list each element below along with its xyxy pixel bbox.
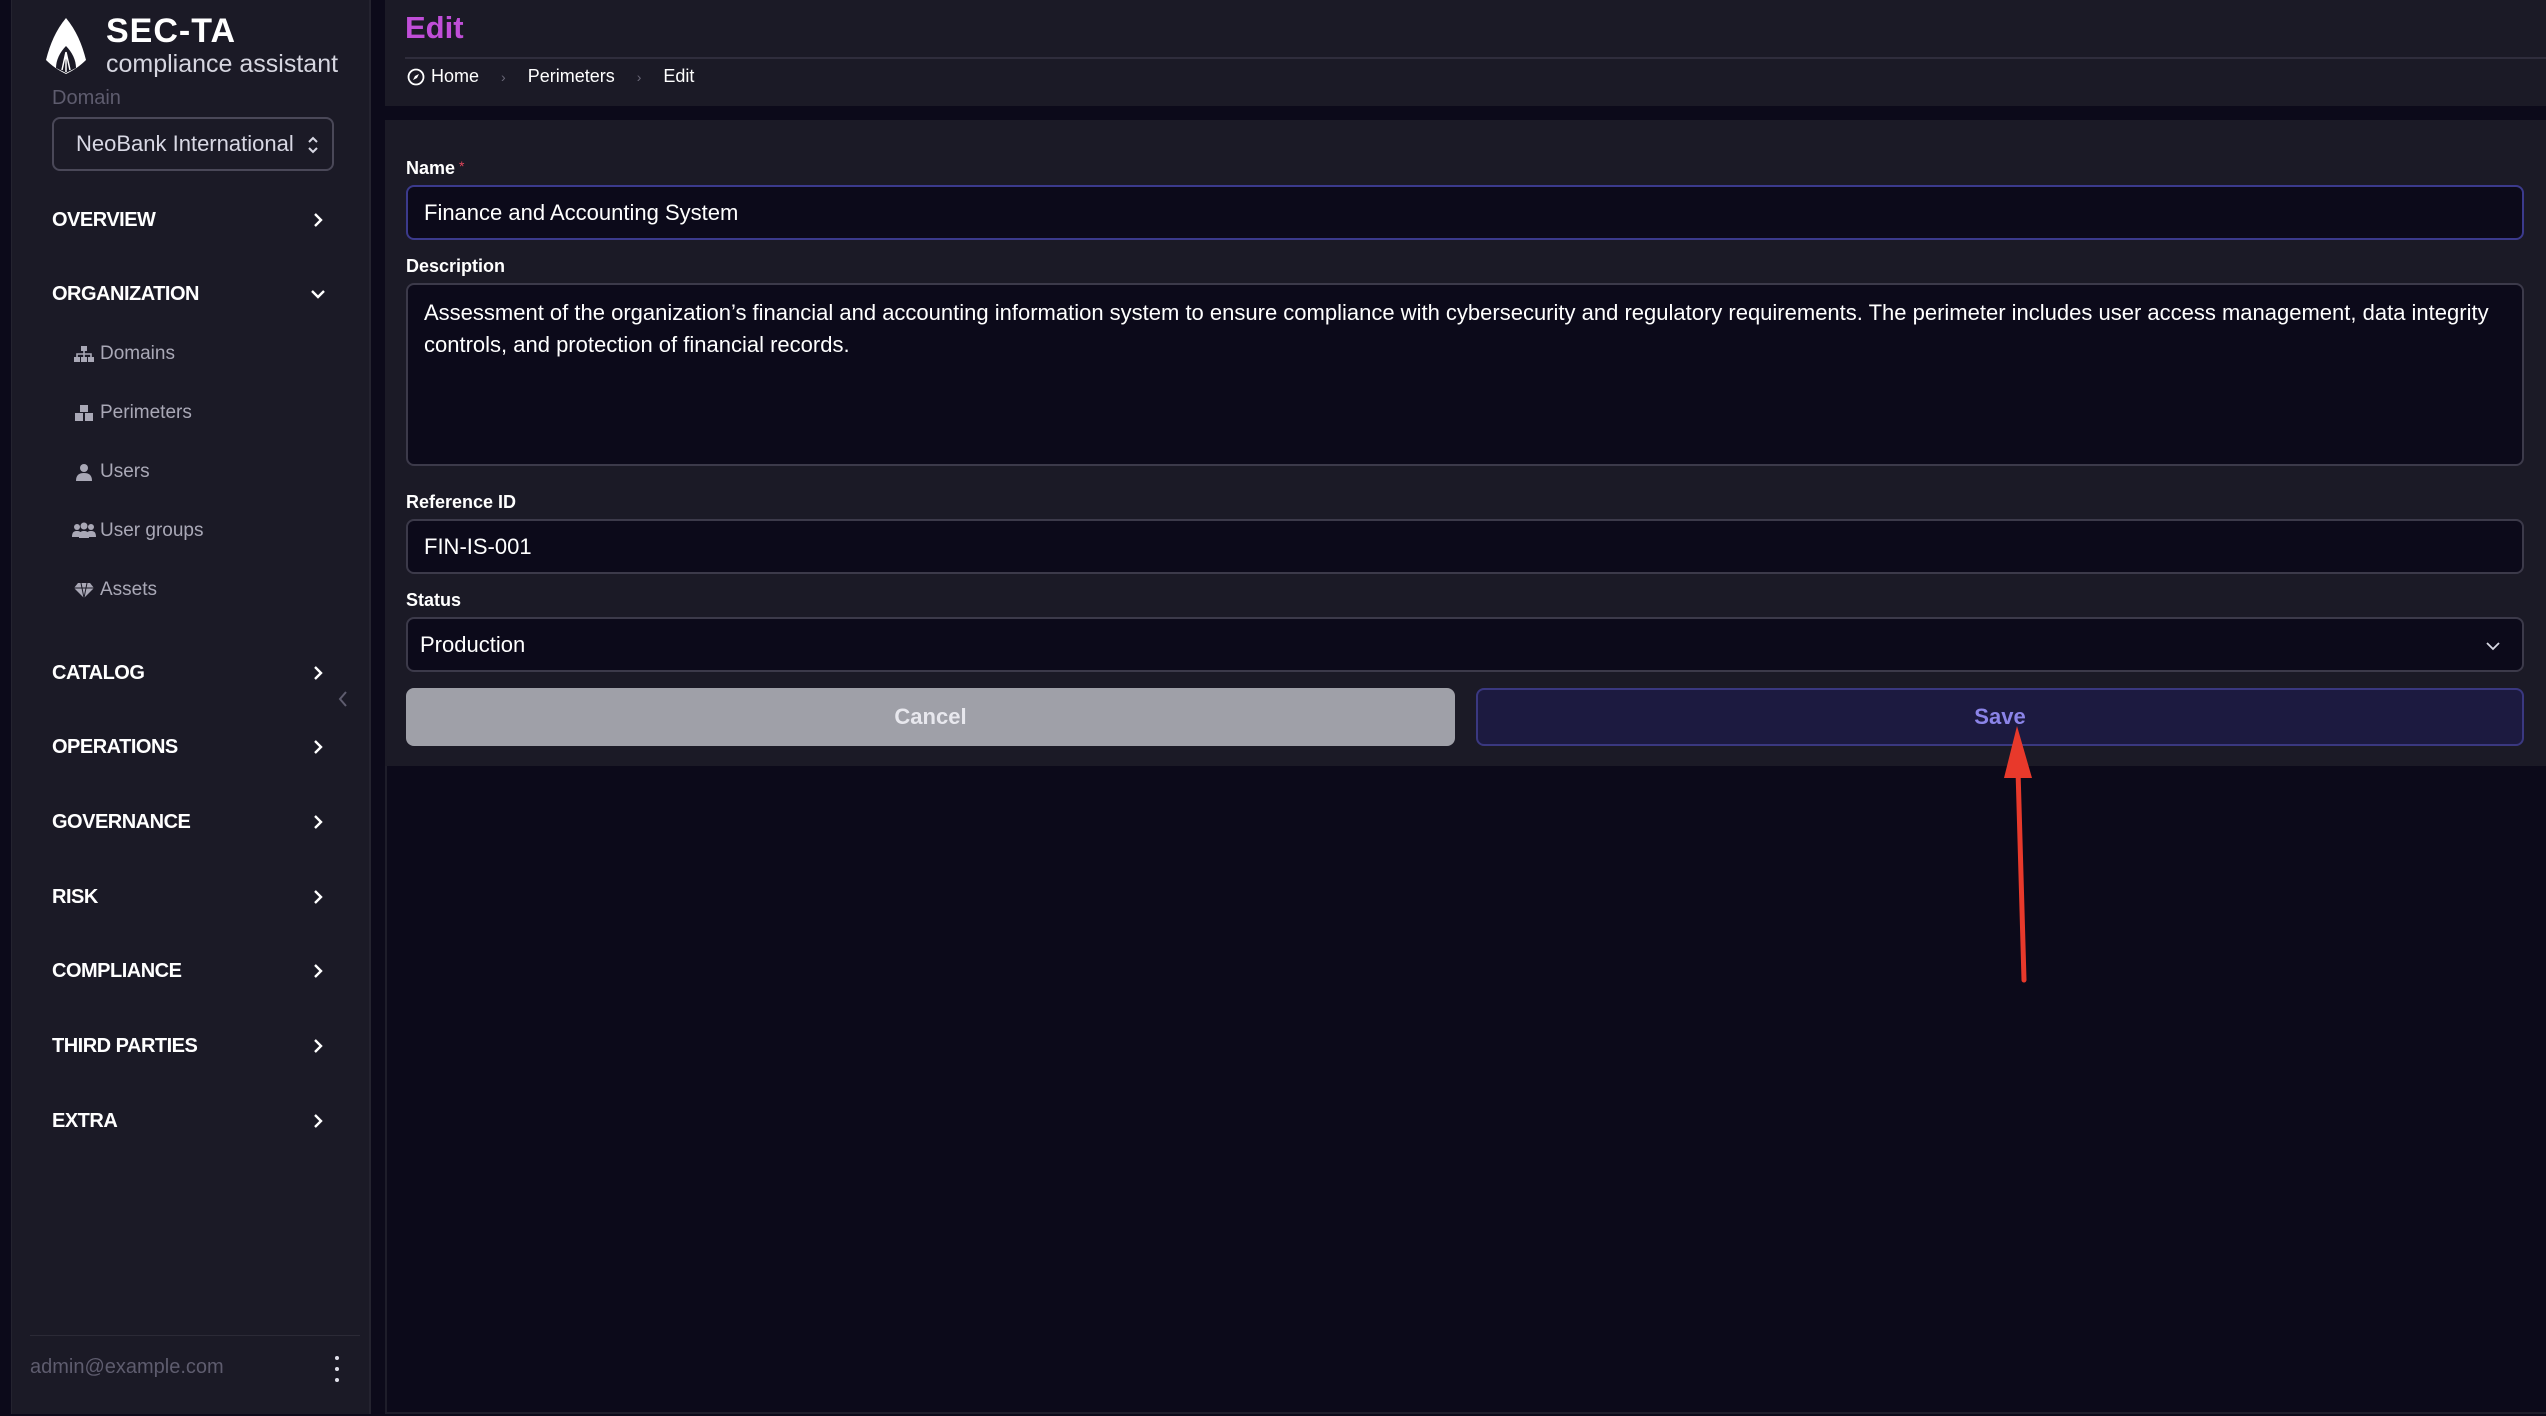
- nav-overview[interactable]: OVERVIEW: [52, 200, 327, 240]
- logo-icon: [46, 18, 86, 74]
- status-label: Status: [406, 590, 462, 610]
- nav-compliance-label: COMPLIANCE: [52, 959, 182, 982]
- sidebar-item-user-groups[interactable]: User groups: [72, 514, 204, 548]
- sidebar-item-label: Domains: [100, 343, 175, 364]
- page-title: Edit: [405, 10, 464, 45]
- chevron-right-icon: [314, 213, 323, 227]
- nav-third-parties[interactable]: THIRD PARTIES: [52, 1026, 327, 1066]
- header-divider: [405, 57, 2546, 59]
- status-select[interactable]: Production: [406, 617, 2524, 672]
- users-icon: [72, 521, 96, 541]
- sidebar-divider: [30, 1335, 360, 1336]
- nav-operations[interactable]: OPERATIONS: [52, 727, 327, 767]
- chevron-right-icon: [314, 964, 323, 978]
- chevron-down-icon: [311, 290, 325, 299]
- name-input[interactable]: [406, 185, 2524, 240]
- required-mark: *: [459, 158, 465, 174]
- nav-extra-label: EXTRA: [52, 1109, 118, 1132]
- brand-subtitle: compliance assistant: [106, 50, 339, 78]
- save-button[interactable]: Save: [1476, 688, 2524, 746]
- edit-form: Name* Description Assessment of the orga…: [385, 120, 2546, 766]
- sidebar-item-assets[interactable]: Assets: [72, 573, 157, 607]
- sidebar-item-label: Users: [100, 461, 150, 482]
- name-label-text: Name: [406, 158, 456, 178]
- sitemap-icon: [72, 344, 96, 364]
- chevron-right-icon: [314, 1039, 323, 1053]
- nav-catalog[interactable]: CATALOG: [52, 653, 327, 693]
- description-label: Description: [406, 256, 506, 276]
- chevron-right-icon: [314, 740, 323, 754]
- nav-risk-label: RISK: [52, 885, 98, 908]
- user-icon: [72, 462, 96, 482]
- chevron-right-icon: [314, 815, 323, 829]
- breadcrumb-separator: ›: [636, 68, 642, 85]
- page-header: Edit Home › Perimeters › Edit: [385, 0, 2546, 106]
- nav-organization[interactable]: ORGANIZATION: [52, 274, 327, 314]
- nav-compliance[interactable]: COMPLIANCE: [52, 951, 327, 991]
- sidebar: SEC-TA compliance assistant Domain NeoBa…: [11, 0, 371, 1414]
- cancel-button[interactable]: Cancel: [406, 688, 1455, 746]
- domain-select-value: NeoBank International: [76, 131, 294, 156]
- nav-extra[interactable]: EXTRA: [52, 1101, 327, 1141]
- nav-third-parties-label: THIRD PARTIES: [52, 1034, 198, 1057]
- breadcrumb-home[interactable]: Home: [431, 66, 479, 87]
- chevron-right-icon: [314, 1114, 323, 1128]
- collapse-sidebar-icon[interactable]: [334, 688, 352, 710]
- description-textarea[interactable]: Assessment of the organization’s financi…: [406, 283, 2524, 466]
- nav-governance-label: GOVERNANCE: [52, 810, 191, 833]
- sidebar-item-users[interactable]: Users: [72, 455, 150, 489]
- gem-icon: [72, 580, 96, 600]
- chevron-updown-icon: [308, 136, 318, 154]
- compass-icon: [407, 68, 425, 85]
- breadcrumb-separator: ›: [501, 68, 506, 85]
- nav-catalog-label: CATALOG: [52, 661, 145, 684]
- status-select-value: Production: [420, 631, 526, 657]
- sidebar-item-perimeters[interactable]: Perimeters: [72, 396, 192, 430]
- breadcrumb-current: Edit: [663, 66, 695, 86]
- cubes-icon: [72, 403, 96, 423]
- reference-id-input[interactable]: [406, 519, 2524, 574]
- nav-governance[interactable]: GOVERNANCE: [52, 802, 327, 842]
- reference-id-label: Reference ID: [406, 492, 517, 512]
- domain-label: Domain: [52, 87, 121, 109]
- nav-organization-label: ORGANIZATION: [52, 282, 199, 305]
- name-label: Name *: [406, 158, 464, 179]
- chevron-down-icon: [2486, 642, 2500, 651]
- chevron-right-icon: [314, 666, 323, 680]
- brand-logo[interactable]: SEC-TA compliance assistant: [42, 12, 338, 78]
- main-content-empty: [385, 766, 2546, 1414]
- sidebar-item-label: Perimeters: [100, 402, 192, 423]
- user-menu-icon[interactable]: [330, 1356, 344, 1382]
- breadcrumb: Home › Perimeters › Edit: [407, 66, 694, 87]
- sidebar-item-domains[interactable]: Domains: [72, 337, 175, 371]
- sidebar-item-label: Assets: [100, 579, 158, 600]
- user-email: admin@example.com: [30, 1356, 224, 1378]
- breadcrumb-perimeters[interactable]: Perimeters: [528, 66, 615, 87]
- nav-overview-label: OVERVIEW: [52, 208, 156, 231]
- sidebar-item-label: User groups: [100, 520, 204, 541]
- domain-select[interactable]: NeoBank International: [52, 117, 334, 171]
- nav-operations-label: OPERATIONS: [52, 735, 178, 758]
- brand-title: SEC-TA: [106, 12, 237, 50]
- chevron-right-icon: [314, 890, 323, 904]
- nav-risk[interactable]: RISK: [52, 877, 327, 917]
